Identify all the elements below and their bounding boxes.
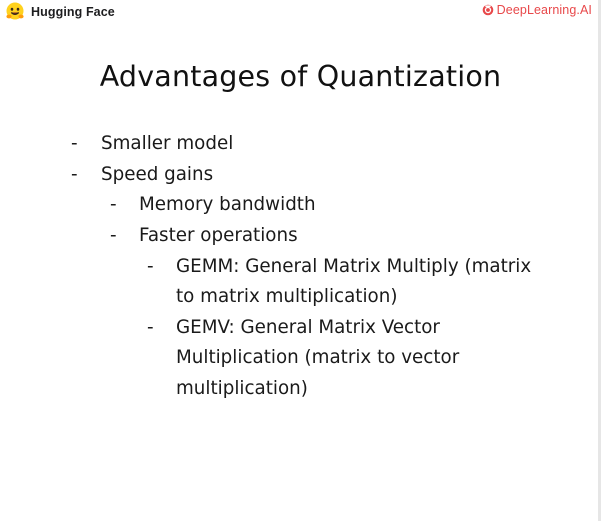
bullet-gemv-line-3: multiplication) bbox=[176, 378, 308, 399]
bullet-gemv-line-2: Multiplication (matrix to vector bbox=[176, 347, 460, 368]
bullet-gemv-line-1: GEMV: General Matrix Vector bbox=[176, 317, 440, 338]
slide-frame: Hugging Face DeepLearning.AI Advantages … bbox=[0, 0, 601, 521]
bullet-faster-operations: Faster operations bbox=[139, 225, 298, 246]
slide-title: Advantages of Quantization bbox=[99, 60, 502, 93]
deeplearning-ai-wordmark: DeepLearning.AI bbox=[496, 3, 592, 17]
hugging-face-emoji-icon bbox=[4, 1, 26, 23]
bullet-speed-gains: Speed gains bbox=[101, 164, 214, 185]
hugging-face-wordmark: Hugging Face bbox=[31, 5, 115, 19]
hugging-face-logo: Hugging Face bbox=[4, 1, 115, 23]
bullet-memory-bandwidth: Memory bandwidth bbox=[139, 194, 316, 215]
deeplearning-ai-logo: DeepLearning.AI bbox=[482, 3, 592, 17]
bullet-smaller-model: Smaller model bbox=[101, 133, 234, 154]
bullet-dash: - bbox=[110, 225, 117, 246]
bullet-gemm-line-1: GEMM: General Matrix Multiply (matrix bbox=[176, 256, 532, 277]
bullet-dash: - bbox=[71, 133, 78, 154]
bullet-dash: - bbox=[147, 317, 154, 338]
bullet-dash: - bbox=[71, 164, 78, 185]
bullet-gemm-line-2: to matrix multiplication) bbox=[176, 286, 398, 307]
deeplearning-ai-icon bbox=[482, 4, 494, 16]
bullet-dash: - bbox=[110, 194, 117, 215]
bullet-dash: - bbox=[147, 256, 154, 277]
